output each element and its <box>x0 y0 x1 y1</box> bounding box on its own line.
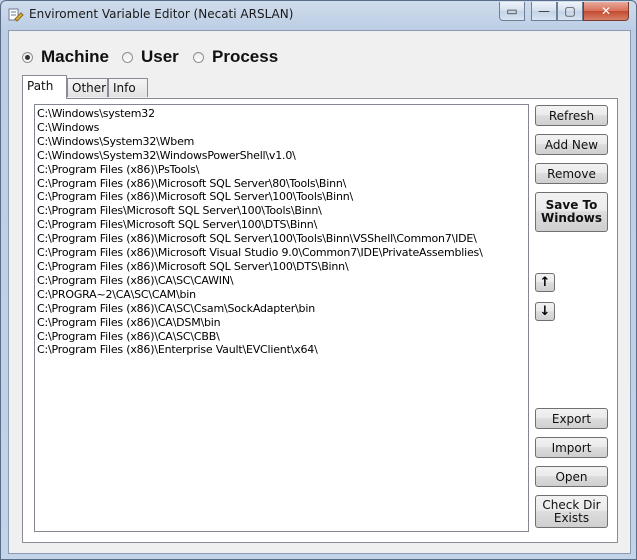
list-item[interactable]: C:\Program Files (x86)\Enterprise Vault\… <box>37 343 528 357</box>
list-item[interactable]: C:\Program Files (x86)\Microsoft Visual … <box>37 246 528 260</box>
list-item[interactable]: C:\Program Files\Microsoft SQL Server\10… <box>37 204 528 218</box>
list-item[interactable]: C:\Windows <box>37 121 528 135</box>
radio-user[interactable]: User <box>122 47 179 67</box>
tab-path[interactable]: Path <box>22 75 67 99</box>
maximize-button[interactable]: ▢ <box>557 2 583 21</box>
open-button[interactable]: Open <box>535 466 608 487</box>
maximize-icon: ▢ <box>564 4 576 18</box>
move-down-button[interactable]: ↓ <box>535 302 555 321</box>
path-listbox[interactable]: C:\Windows\system32 C:\Windows C:\Windows\… <box>34 104 529 532</box>
refresh-button[interactable]: Refresh <box>535 105 608 126</box>
minimize-icon: — <box>538 4 550 18</box>
radio-user-indicator[interactable] <box>122 51 133 63</box>
list-item[interactable]: C:\Program Files (x86)\CA\SC\CAWIN\ <box>37 274 528 288</box>
radio-machine-indicator[interactable] <box>22 51 33 63</box>
check-dir-exists-label-line1: Check Dir <box>542 497 601 512</box>
remove-button[interactable]: Remove <box>535 163 608 184</box>
list-item[interactable]: C:\PROGRA~2\CA\SC\CAM\bin <box>37 288 528 302</box>
save-to-windows-button[interactable]: Save To Windows <box>535 192 608 232</box>
check-dir-exists-button[interactable]: Check Dir Exists <box>535 495 608 528</box>
minimize-button[interactable]: — <box>531 2 557 21</box>
arrow-down-icon: ↓ <box>539 304 551 319</box>
radio-machine-label: Machine <box>41 47 110 66</box>
close-button[interactable]: ✕ <box>583 2 629 21</box>
title-bar[interactable]: Enviroment Variable Editor (Necati ARSLA… <box>1 1 636 29</box>
arrow-up-icon: ↑ <box>539 275 551 290</box>
radio-process[interactable]: Process <box>193 47 278 67</box>
export-button[interactable]: Export <box>535 408 608 429</box>
list-item[interactable]: C:\Program Files (x86)\Microsoft SQL Ser… <box>37 177 528 191</box>
move-up-button[interactable]: ↑ <box>535 273 555 292</box>
list-item[interactable]: C:\Program Files (x86)\Microsoft SQL Ser… <box>37 260 528 274</box>
list-item[interactable]: C:\Windows\System32\Wbem <box>37 135 528 149</box>
list-item[interactable]: C:\Program Files (x86)\PsTools\ <box>37 163 528 177</box>
window-title: Enviroment Variable Editor (Necati ARSLA… <box>29 7 294 21</box>
add-new-button[interactable]: Add New <box>535 134 608 155</box>
import-button[interactable]: Import <box>535 437 608 458</box>
list-item[interactable]: C:\Windows\system32 <box>37 107 528 121</box>
tab-other[interactable]: Other <box>67 78 108 97</box>
radio-process-label: Process <box>212 47 279 66</box>
list-item[interactable]: C:\Program Files (x86)\CA\SC\CBB\ <box>37 330 528 344</box>
radio-machine[interactable]: Machine <box>22 47 109 67</box>
close-icon: ✕ <box>600 4 612 18</box>
radio-process-indicator[interactable] <box>193 51 204 63</box>
list-item[interactable]: C:\Program Files (x86)\Microsoft SQL Ser… <box>37 232 528 246</box>
restore-window-icon: ▭ <box>506 4 518 18</box>
radio-user-label: User <box>141 47 179 66</box>
save-to-windows-label-line2: Windows <box>541 211 602 225</box>
app-window: Enviroment Variable Editor (Necati ARSLA… <box>0 0 637 560</box>
list-item[interactable]: C:\Program Files\Microsoft SQL Server\10… <box>37 218 528 232</box>
check-dir-exists-label-line2: Exists <box>553 510 590 525</box>
app-icon <box>8 8 24 22</box>
window-extra-button[interactable]: ▭ <box>499 2 525 21</box>
list-item[interactable]: C:\Program Files (x86)\CA\DSM\bin <box>37 316 528 330</box>
list-item[interactable]: C:\Program Files (x86)\Microsoft SQL Ser… <box>37 190 528 204</box>
list-item[interactable]: C:\Program Files (x86)\CA\SC\Csam\SockAd… <box>37 302 528 316</box>
list-item[interactable]: C:\Windows\System32\WindowsPowerShell\v1… <box>37 149 528 163</box>
tab-page-path: C:\Windows\system32 C:\Windows C:\Windows\… <box>22 98 618 543</box>
tab-info[interactable]: Info <box>108 78 148 97</box>
client-area: Machine User Process Path Other Info C:\… <box>8 30 631 554</box>
